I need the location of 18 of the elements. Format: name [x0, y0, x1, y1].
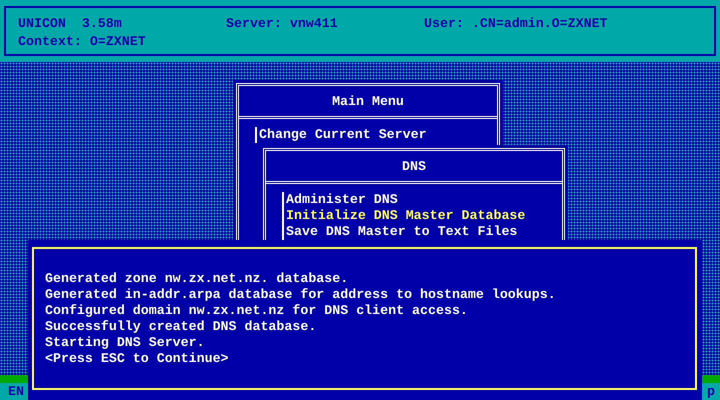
server-name: Server: vnw411: [226, 16, 339, 33]
message-line: Successfully created DNS database.: [45, 319, 318, 335]
menu-title: DNS: [266, 151, 562, 184]
program-version: UNICON 3.58m: [18, 16, 123, 33]
menu-item[interactable]: Administer DNS: [284, 192, 526, 208]
menu-item[interactable]: Initialize DNS Master Database: [284, 208, 526, 224]
status-text: p: [707, 384, 715, 399]
status-text: EN: [8, 384, 24, 399]
message-line: <Press ESC to Continue>: [45, 351, 230, 367]
message-line: Generated in-addr.arpa database for address to hostname lookups.: [45, 287, 557, 303]
menu-item[interactable]: Save DNS Master to Text Files: [284, 224, 526, 240]
user-name: User: .CN=admin.O=ZXNET: [424, 16, 609, 33]
message-line: Generated zone nw.zx.net.nz. database.: [45, 271, 350, 287]
message-line: Starting DNS Server.: [45, 335, 206, 351]
context-label: Context: O=ZXNET: [18, 34, 147, 51]
menu-title: Main Menu: [239, 86, 497, 119]
message-line: Configured domain nw.zx.net.nz for DNS client access.: [45, 303, 469, 319]
menu-item[interactable]: Change Current Server: [257, 127, 427, 143]
